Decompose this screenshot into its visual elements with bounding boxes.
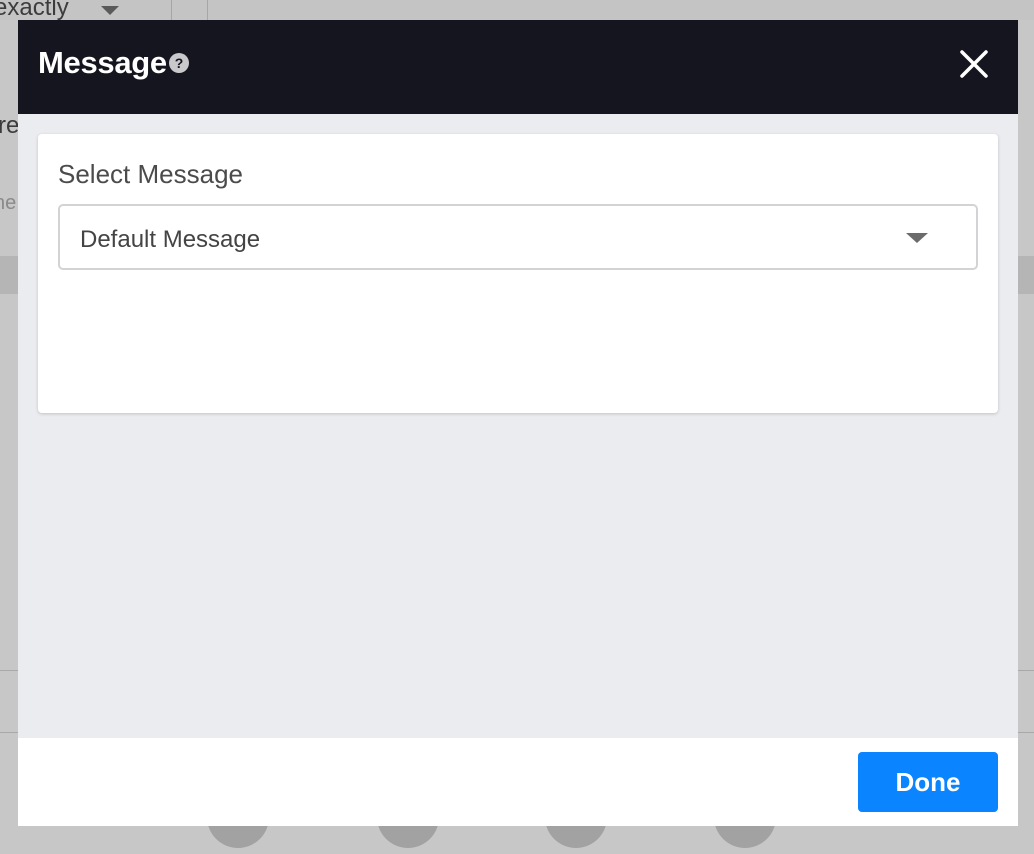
background-divider (1018, 670, 1034, 671)
message-modal: Message ? Select Message Default Message… (18, 20, 1018, 826)
message-select-dropdown[interactable]: Default Message (58, 204, 978, 270)
background-divider (0, 732, 18, 733)
done-button[interactable]: Done (858, 752, 998, 812)
background-divider (171, 0, 172, 20)
modal-header: Message ? (18, 20, 1018, 114)
chevron-down-icon (906, 233, 928, 243)
background-chevron-down-icon (101, 6, 119, 15)
modal-footer: Done (18, 738, 1018, 826)
background-partial-text: ne (0, 192, 17, 214)
background-divider (1018, 732, 1034, 733)
message-settings-card: Select Message Default Message (38, 134, 998, 413)
modal-title: Message (38, 45, 167, 80)
background-partial-text: re (0, 112, 20, 139)
select-message-label: Select Message (58, 159, 243, 189)
close-icon[interactable] (956, 46, 992, 82)
background-divider (0, 670, 18, 671)
selected-message-value: Default Message (80, 226, 261, 253)
help-icon[interactable]: ? (169, 53, 189, 73)
background-top-bar (0, 0, 1034, 20)
background-divider (207, 0, 208, 20)
background-select-text: exactly (0, 0, 69, 21)
